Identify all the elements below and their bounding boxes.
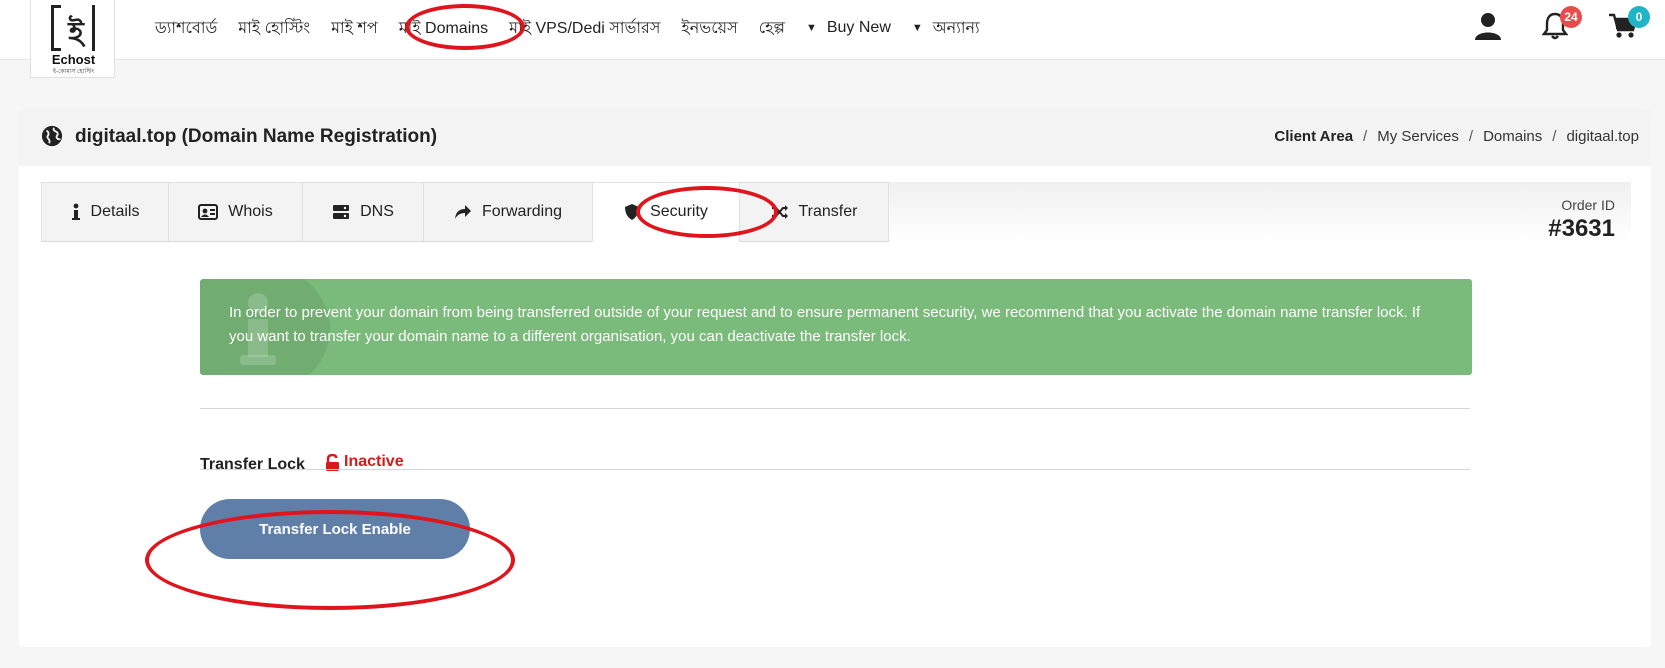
user-icon[interactable] — [1475, 12, 1505, 42]
nav-dashboard-label: ড্যাশবোর্ড — [155, 19, 218, 37]
breadcrumb-client-area[interactable]: Client Area — [1274, 128, 1353, 145]
nav-help[interactable]: হেল্প — [759, 15, 785, 42]
nav-invoice-label: ইনভয়েস — [681, 19, 738, 37]
brand-logo[interactable]: ই Echost ই-কোমার্স হোস্টিং — [30, 0, 115, 78]
tab-forwarding[interactable]: Forwarding — [423, 182, 593, 242]
transfer-lock-label: Transfer Lock — [200, 456, 305, 473]
main-nav: ড্যাশবোর্ড মাই হোস্টিং মাই শপ মাই Domain… — [155, 0, 1001, 56]
divider-top — [200, 408, 1470, 409]
nav-help-label: হেল্প — [758, 19, 785, 37]
info-alert: In order to prevent your domain from bei… — [200, 279, 1472, 375]
nav-my-hosting[interactable]: মাই হোস্টিং — [238, 15, 310, 42]
breadcrumb-separator: / — [1552, 128, 1557, 145]
breadcrumb: Client Area / My Services / Domains / di… — [1274, 128, 1639, 145]
caret-down-icon: ▼ — [805, 22, 817, 34]
tab-dns-label: DNS — [360, 203, 394, 220]
globe-icon — [41, 125, 63, 147]
order-id-label: Order ID — [1561, 197, 1615, 213]
tab-details-label: Details — [90, 203, 140, 220]
nav-others[interactable]: ▼ অন্যান্য — [912, 15, 980, 42]
cart-icon[interactable]: 0 — [1608, 6, 1650, 42]
tab-forwarding-label: Forwarding — [481, 203, 563, 220]
logo-tagline: ই-কোমার্স হোস্টিং — [52, 69, 95, 75]
nav-others-label: অন্যান্য — [932, 19, 980, 37]
nav-my-hosting-label: মাই হোস্টিং — [238, 19, 311, 37]
card-header: digitaal.top (Domain Name Registration) … — [19, 109, 1651, 166]
tab-details[interactable]: Details — [41, 182, 169, 242]
id-card-icon — [198, 204, 219, 220]
page-title: digitaal.top (Domain Name Registration) — [75, 126, 438, 147]
order-id-value: #3631 — [1548, 215, 1615, 242]
divider-bottom — [200, 469, 1470, 470]
nav-my-vps[interactable]: মাই VPS/Dedi সার্ভারস — [509, 15, 660, 42]
logo-name: Echost — [51, 52, 96, 67]
server-icon — [333, 205, 350, 219]
top-navbar: ই Echost ই-কোমার্স হোস্টিং ড্যাশবোর্ড মা… — [0, 0, 1665, 78]
unlock-icon — [326, 453, 339, 471]
tab-transfer-label: Transfer — [798, 203, 858, 220]
nav-buy-new[interactable]: ▼ Buy New — [806, 19, 891, 37]
nav-dashboard[interactable]: ড্যাশবোর্ড — [155, 15, 217, 42]
nav-my-shop-label: মাই শপ — [331, 19, 378, 37]
tab-whois-label: Whois — [228, 203, 273, 220]
breadcrumb-my-services[interactable]: My Services — [1377, 128, 1459, 145]
nav-my-vps-label: মাই VPS/Dedi সার্ভারস — [509, 19, 661, 37]
breadcrumb-domains[interactable]: Domains — [1483, 128, 1542, 145]
logo-frame: ই — [51, 5, 95, 51]
nav-invoice[interactable]: ইনভয়েস — [681, 15, 737, 42]
alert-text: In order to prevent your domain from bei… — [229, 304, 1421, 345]
info-icon — [71, 203, 80, 220]
annotation-ring-security — [636, 186, 778, 238]
tab-whois[interactable]: Whois — [168, 182, 303, 242]
cart-badge: 0 — [1628, 6, 1650, 28]
breadcrumb-separator: / — [1468, 128, 1474, 145]
breadcrumb-current: digitaal.top — [1566, 128, 1639, 145]
nav-my-shop[interactable]: মাই শপ — [331, 15, 378, 42]
share-icon — [454, 205, 471, 219]
nav-buy-new-label: Buy New — [826, 19, 891, 36]
annotation-ring-domains — [405, 4, 525, 50]
tab-dns[interactable]: DNS — [302, 182, 424, 242]
bell-icon[interactable]: 24 — [1541, 6, 1582, 42]
notification-badge: 24 — [1560, 6, 1582, 28]
caret-down-icon: ▼ — [911, 22, 923, 34]
breadcrumb-separator: / — [1363, 128, 1368, 145]
annotation-ring-button — [145, 510, 515, 610]
